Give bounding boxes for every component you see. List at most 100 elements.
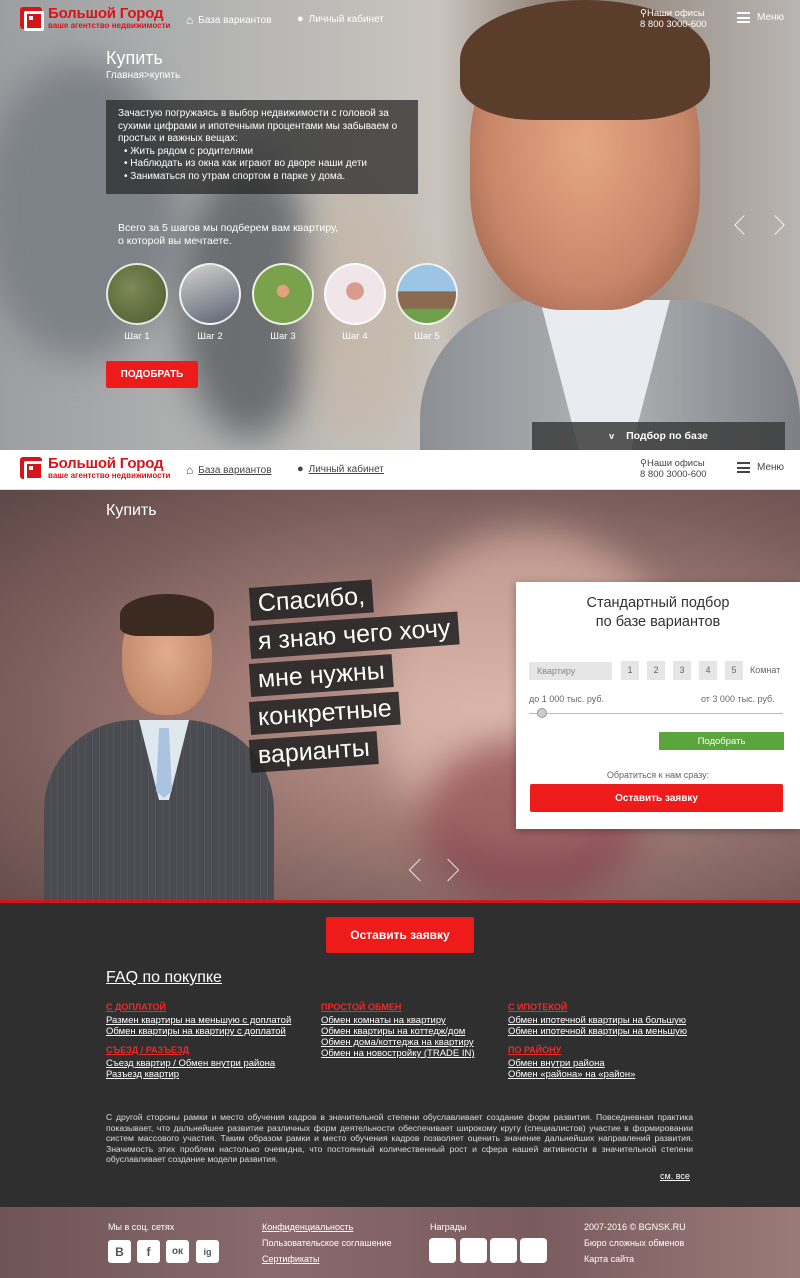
- faq-link[interactable]: Размен квартиры на меньшую с доплатой: [106, 1015, 291, 1026]
- step-4[interactable]: Шаг 4: [324, 263, 386, 342]
- pin-icon: ⚲: [640, 458, 647, 469]
- pick-button[interactable]: ПОДОБРАТЬ: [106, 361, 198, 388]
- submit-button[interactable]: Подобрать: [659, 732, 784, 750]
- faq-link[interactable]: Обмен «района» на «район»: [508, 1069, 687, 1080]
- award-badge[interactable]: [460, 1238, 487, 1263]
- bureau-text: Бюро сложных обменов: [584, 1238, 685, 1248]
- search-base-tab-label: Подбор по базе: [626, 430, 708, 442]
- faq-category[interactable]: ПО РАЙОНУ: [508, 1045, 687, 1056]
- copyright: 2007-2016 © BGNSK.RU: [584, 1222, 686, 1232]
- faq-link[interactable]: Обмен ипотечной квартиры на большую: [508, 1015, 687, 1026]
- step-3-image: [252, 263, 314, 325]
- price-min-label: до 1 000 тыс. руб.: [529, 694, 605, 704]
- slogan-line: мне нужны: [248, 654, 394, 697]
- room-3-button[interactable]: 3: [673, 661, 691, 680]
- faq-link[interactable]: Обмен квартиры на квартиру с доплатой: [106, 1026, 291, 1037]
- intro-bullet: Наблюдать из окна как играют во дворе на…: [124, 158, 406, 171]
- step-2[interactable]: Шаг 2: [179, 263, 241, 342]
- faq-category[interactable]: С ИПОТЕКОЙ: [508, 1002, 687, 1013]
- logo-icon: [20, 457, 44, 481]
- faq-section: Оставить заявку FAQ по покупке С ДОПЛАТО…: [0, 900, 800, 1207]
- property-type-select[interactable]: Квартиру: [529, 662, 612, 680]
- nav-base-label: База вариантов: [198, 14, 272, 26]
- faq-title[interactable]: FAQ по покупке: [106, 969, 222, 987]
- chevron-down-icon: v: [609, 431, 615, 441]
- room-4-button[interactable]: 4: [699, 661, 717, 680]
- faq-column-2: ПРОСТОЙ ОБМЕН Обмен комнаты на квартиру …: [321, 1002, 475, 1059]
- faq-link[interactable]: Обмен внутри района: [508, 1058, 687, 1069]
- logo-tagline: ваше агентство недвижимости: [48, 21, 171, 30]
- faq-link[interactable]: Обмен дома/коттеджа на квартиру: [321, 1037, 475, 1048]
- slogan: Спасибо, я знаю чего хочу мне нужны конк…: [248, 579, 460, 778]
- phone[interactable]: 8 800 3000-600: [640, 19, 707, 30]
- intro-box: Зачастую погружаясь в выбор недвижимости…: [106, 100, 418, 194]
- faq-link[interactable]: Разъезд квартир: [106, 1069, 291, 1080]
- instagram-icon[interactable]: ig: [196, 1240, 219, 1263]
- offices-label: Наши офисы: [646, 458, 705, 469]
- odnoklassniki-icon[interactable]: ок: [166, 1240, 189, 1263]
- faq-link[interactable]: Обмен квартиры на коттедж/дом: [321, 1026, 475, 1037]
- menu-button[interactable]: Меню: [737, 462, 784, 473]
- logo-name: Большой Город: [48, 455, 164, 472]
- faq-link[interactable]: Обмен ипотечной квартиры на меньшую: [508, 1026, 687, 1037]
- award-badge[interactable]: [520, 1238, 547, 1263]
- logo-icon: [20, 7, 44, 31]
- request-button-main[interactable]: Оставить заявку: [326, 917, 474, 953]
- search-base-tab[interactable]: v Подбор по базе: [532, 422, 785, 450]
- privacy-link[interactable]: Конфиденциальность: [262, 1222, 353, 1232]
- price-slider-handle[interactable]: [537, 708, 547, 718]
- faq-category[interactable]: ПРОСТОЙ ОБМЕН: [321, 1002, 475, 1013]
- slogan-line: варианты: [248, 731, 379, 773]
- offices[interactable]: ⚲Наши офисы 8 800 3000-600: [640, 8, 707, 30]
- intro-bullet: Заниматься по утрам спортом в парке у до…: [124, 171, 406, 184]
- faq-link[interactable]: Обмен комнаты на квартиру: [321, 1015, 475, 1026]
- nav-cabinet[interactable]: ● Личный кабинет: [297, 13, 384, 25]
- faq-category[interactable]: С ДОПЛАТОЙ: [106, 1002, 291, 1013]
- sitemap-link[interactable]: Карта сайта: [584, 1254, 634, 1264]
- certificates-link[interactable]: Сертификаты: [262, 1254, 319, 1264]
- nav-base[interactable]: ⌂ База вариантов: [186, 13, 272, 27]
- logo[interactable]: Большой Город ваше агентство недвижимост…: [20, 6, 171, 31]
- menu-label: Меню: [757, 462, 785, 473]
- room-5-button[interactable]: 5: [725, 661, 743, 680]
- menu-label: Меню: [757, 12, 785, 23]
- logo-tagline: ваше агентство недвижимости: [48, 471, 171, 480]
- step-1[interactable]: Шаг 1: [106, 263, 168, 342]
- faq-link[interactable]: Обмен на новостройку (TRADE IN): [321, 1048, 475, 1059]
- step-1-image: [106, 263, 168, 325]
- vk-icon[interactable]: В: [108, 1240, 131, 1263]
- faq-category[interactable]: СЪЕЗД / РАЗЪЕЗД: [106, 1045, 291, 1056]
- awards-label: Награды: [430, 1222, 467, 1232]
- logo[interactable]: Большой Город ваше агентство недвижимост…: [20, 455, 171, 481]
- faq-column-1: С ДОПЛАТОЙ Размен квартиры на меньшую с …: [106, 1002, 291, 1080]
- phone[interactable]: 8 800 3000-600: [640, 469, 707, 480]
- home-icon: ⌂: [186, 13, 194, 27]
- step-5[interactable]: Шаг 5: [396, 263, 458, 342]
- menu-button[interactable]: Меню: [737, 12, 784, 23]
- footer: Мы в соц. сетях В f ок ig Конфиденциальн…: [0, 1207, 800, 1278]
- room-1-button[interactable]: 1: [621, 661, 639, 680]
- rooms-label: Комнат: [750, 665, 781, 675]
- see-all-link[interactable]: см. все: [660, 1171, 690, 1181]
- award-badge[interactable]: [490, 1238, 517, 1263]
- nav-base[interactable]: ⌂ База вариантов: [186, 463, 272, 477]
- user-icon: ●: [297, 13, 304, 25]
- price-slider-track[interactable]: [529, 713, 783, 714]
- offices-label: Наши офисы: [646, 8, 705, 19]
- award-badge[interactable]: [429, 1238, 456, 1263]
- nav-cabinet[interactable]: ● Личный кабинет: [297, 463, 384, 475]
- steps-text: Всего за 5 шагов мы подберем вам квартир…: [118, 222, 339, 247]
- header-sticky: Большой Город ваше агентство недвижимост…: [0, 450, 800, 490]
- intro-text: Зачастую погружаясь в выбор недвижимости…: [118, 108, 398, 144]
- faq-link[interactable]: Съезд квартир / Обмен внутри района: [106, 1058, 291, 1069]
- request-button[interactable]: Оставить заявку: [530, 784, 783, 812]
- facebook-icon[interactable]: f: [137, 1240, 160, 1263]
- seo-paragraph: С другой стороны рамки и место обучения …: [106, 1112, 693, 1165]
- chevron-left-icon[interactable]: [408, 858, 432, 882]
- breadcrumb[interactable]: Главная>купить: [106, 70, 180, 81]
- room-2-button[interactable]: 2: [647, 661, 665, 680]
- nav-cabinet-label: Личный кабинет: [308, 13, 384, 25]
- step-3[interactable]: Шаг 3: [252, 263, 314, 342]
- offices[interactable]: ⚲Наши офисы 8 800 3000-600: [640, 458, 707, 480]
- terms-link[interactable]: Пользовательское соглашение: [262, 1238, 392, 1248]
